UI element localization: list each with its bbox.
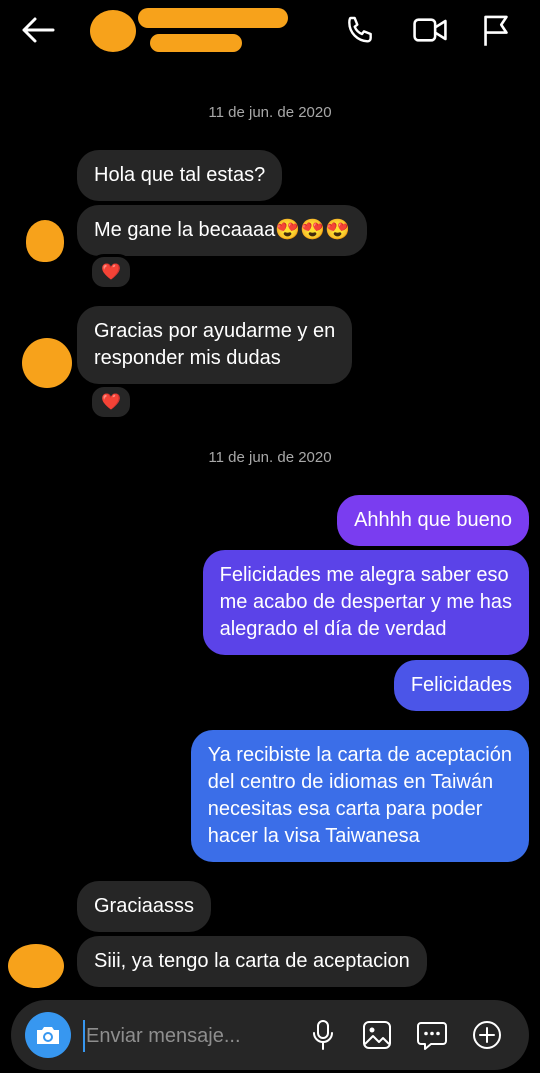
video-camera-icon	[413, 18, 447, 42]
heart-icon: ❤️	[101, 264, 121, 281]
date-separator: 11 de jun. de 2020	[208, 449, 332, 466]
plus-circle-icon	[473, 1021, 501, 1049]
microphone-icon	[313, 1020, 333, 1050]
sticker-button[interactable]	[416, 1019, 448, 1051]
arrow-left-icon	[22, 17, 55, 43]
redacted-name[interactable]	[138, 8, 288, 28]
outgoing-message[interactable]: Ya recibiste la carta de aceptación del …	[190, 730, 529, 862]
phone-icon	[348, 16, 372, 43]
incoming-message[interactable]: Hola que tal estas?	[77, 150, 283, 201]
outgoing-message[interactable]: Ahhhh que bueno	[337, 495, 529, 546]
more-options-button[interactable]	[471, 1019, 503, 1051]
gallery-button[interactable]	[361, 1019, 393, 1051]
outgoing-message[interactable]: Felicidades	[393, 660, 529, 711]
sender-avatar[interactable]	[8, 944, 64, 988]
sender-avatar[interactable]	[26, 220, 64, 262]
message-composer	[11, 1000, 529, 1070]
incoming-message[interactable]: Gracias por ayudarme y en responder mis …	[77, 306, 353, 384]
incoming-message[interactable]: Siii, ya tengo la carta de aceptacion	[77, 936, 427, 987]
flag-icon	[484, 15, 508, 46]
video-call-button[interactable]	[410, 10, 450, 50]
camera-icon	[37, 1027, 59, 1044]
camera-button[interactable]	[25, 1012, 71, 1058]
reaction-badge[interactable]: ❤️	[89, 254, 133, 290]
message-input[interactable]	[83, 1020, 288, 1052]
image-icon	[363, 1021, 391, 1049]
redacted-status	[150, 34, 242, 52]
report-button[interactable]	[476, 10, 516, 50]
date-separator: 11 de jun. de 2020	[208, 104, 332, 121]
back-button[interactable]	[18, 10, 58, 50]
outgoing-message[interactable]: Felicidades me alegra saber eso me acabo…	[202, 550, 529, 655]
sticker-chat-icon	[417, 1022, 447, 1050]
call-button[interactable]	[340, 10, 380, 50]
reaction-badge[interactable]: ❤️	[89, 384, 133, 420]
redacted-avatar[interactable]	[90, 10, 136, 52]
sender-avatar[interactable]	[22, 338, 72, 388]
voice-message-button[interactable]	[307, 1019, 339, 1051]
heart-icon: ❤️	[101, 394, 121, 411]
incoming-message[interactable]: Me gane la becaaaa😍😍😍	[77, 205, 367, 256]
chat-header	[0, 0, 540, 66]
incoming-message[interactable]: Graciaasss	[77, 881, 212, 932]
